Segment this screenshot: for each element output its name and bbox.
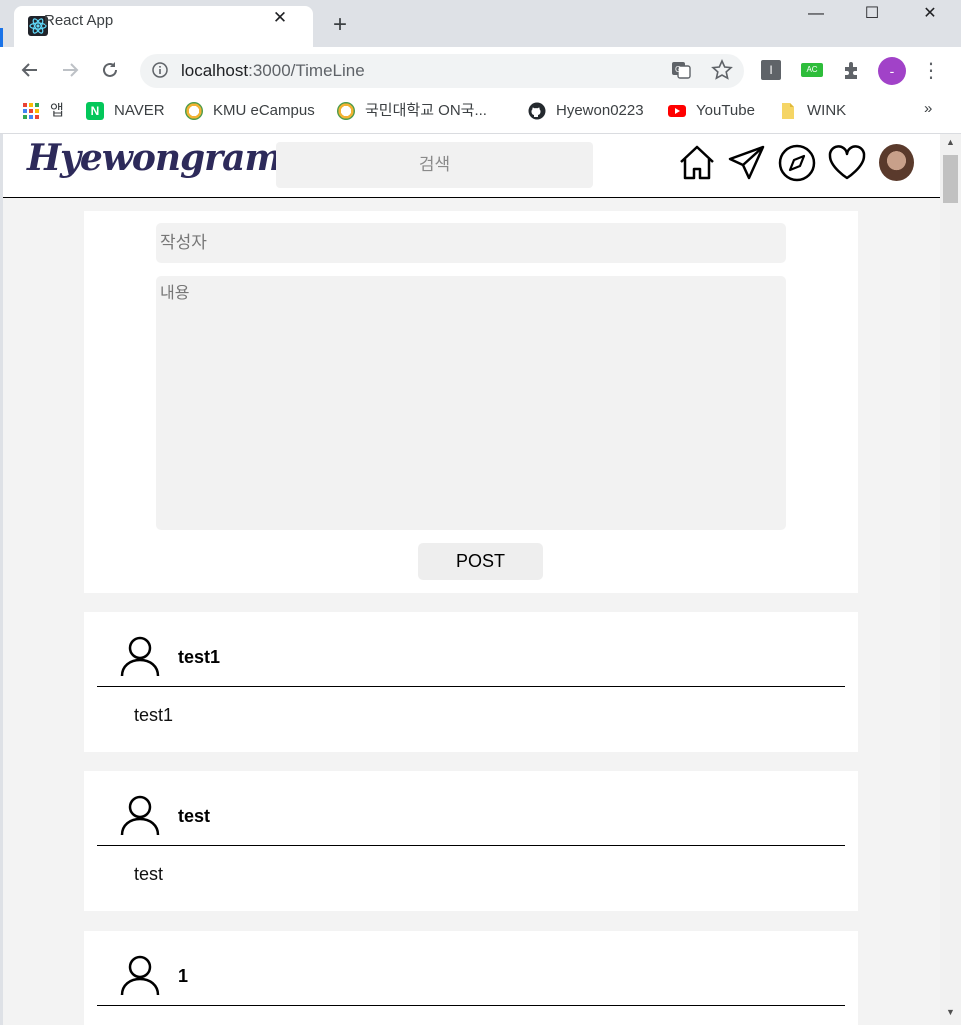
bookmark-naver[interactable]: N NAVER [86,101,165,121]
youtube-icon [668,105,686,118]
user-icon [120,636,160,677]
explore-icon[interactable] [777,143,817,183]
post-divider [97,686,845,687]
scrollbar-thumb[interactable] [943,155,958,203]
new-tab-button[interactable]: + [329,13,351,37]
post-composer: POST [84,211,858,593]
translate-icon[interactable]: G [671,60,691,80]
scrollbar[interactable] [940,134,961,1025]
post-divider [97,1005,845,1006]
bookmark-kmu-on[interactable]: 국민대학교 ON국... [337,101,487,121]
post-content: test [134,864,164,884]
bookmark-label: 국민대학교 ON국... [365,102,487,119]
post-author: test1 [178,647,221,667]
bookmark-label: WINK [807,102,847,119]
scroll-down-arrow-icon[interactable]: ▼ [940,1004,961,1021]
extension-instapaper-icon[interactable]: I [761,60,781,80]
scroll-up-arrow-icon[interactable]: ▲ [940,134,961,151]
apps-icon [23,103,39,120]
post-author: test [178,806,211,826]
bookmark-label: YouTube [696,102,755,119]
bookmark-label: NAVER [114,102,165,119]
post-content: test1 [134,705,174,725]
back-icon[interactable] [20,60,40,80]
kmu-on-icon [337,102,355,121]
heart-icon[interactable] [827,143,867,183]
tab-title: React App [44,12,114,29]
post-author: 1 [178,966,189,986]
home-icon[interactable] [677,143,717,183]
kmu-ecampus-icon [185,102,203,121]
post-divider [97,845,845,846]
search-input[interactable]: 검색 [276,142,593,188]
github-icon [528,102,546,120]
post-card: test test [84,771,858,911]
close-tab-icon[interactable]: ✕ [270,8,290,28]
bookmark-star-icon[interactable] [711,59,733,81]
user-icon [120,795,160,836]
extensions-puzzle-icon[interactable] [841,59,863,81]
bookmark-kmu-ecampus[interactable]: KMU eCampus [185,101,315,121]
reload-icon[interactable] [100,60,120,80]
user-icon [120,955,160,996]
naver-icon: N [86,102,104,121]
forward-icon[interactable] [60,60,80,80]
url-text[interactable]: localhost:3000/TimeLine [181,61,365,81]
svg-text:G: G [675,65,681,74]
bookmark-github[interactable]: Hyewon0223 [528,101,644,121]
profile-avatar[interactable] [879,144,914,181]
post-card: 1 [84,931,858,1025]
bookmarks-overflow-button[interactable]: » [924,100,932,117]
bookmark-youtube[interactable]: YouTube [668,101,755,121]
author-input[interactable] [156,223,786,263]
post-button[interactable]: POST [418,543,543,580]
bookmark-label: KMU eCampus [213,102,315,119]
bookmark-wink[interactable]: WINK [779,101,846,121]
content-input[interactable] [156,276,786,530]
bookmark-label: Hyewon0223 [556,102,644,119]
profile-avatar-button[interactable]: - [878,57,906,85]
browser-menu-icon[interactable]: ⋮ [920,58,942,84]
folder-icon [782,103,794,120]
send-icon[interactable] [727,143,767,183]
extension-ac-icon[interactable]: AC [801,63,823,77]
minimize-icon[interactable]: — [787,0,845,30]
window-close-icon[interactable]: ✕ [901,0,959,30]
bookmark-apps[interactable]: 앱 [22,101,64,121]
site-info-icon[interactable] [151,61,169,79]
bookmark-label: 앱 [50,102,64,119]
post-card: test1 test1 [84,612,858,752]
page-viewport: Hyewongram 검색 POST test1 test1 tes [3,134,940,1025]
maximize-icon[interactable]: ☐ [843,0,901,30]
site-logo[interactable]: Hyewongram [27,137,283,179]
